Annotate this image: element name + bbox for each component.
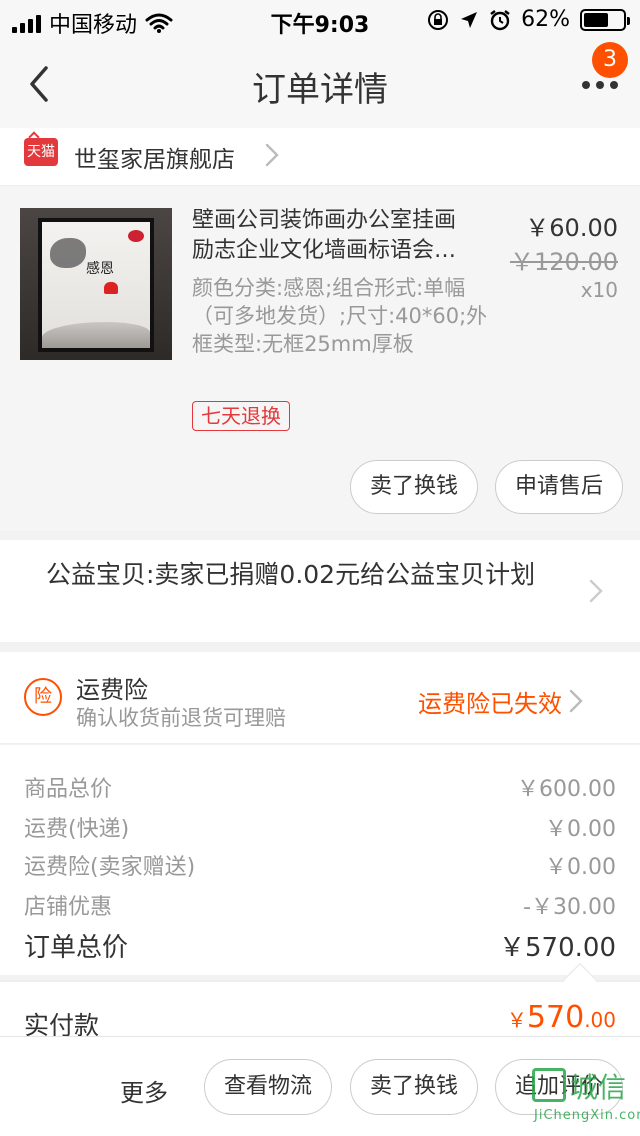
lock-rotation-icon: [428, 9, 449, 30]
summary-value: ￥0.00: [545, 817, 616, 842]
order-total-label: 订单总价: [24, 933, 129, 963]
store-row[interactable]: 天猫 世玺家居旗舰店: [0, 128, 640, 186]
summary-label: 运费险(卖家赠送): [24, 855, 196, 880]
battery-percent: 62%: [521, 7, 570, 32]
product-sku: 颜色分类:感恩;组合形式:单幅（可多地发货）;尺寸:40*60;外框类型:无框2…: [192, 276, 488, 356]
service-tag: 七天退换: [192, 401, 290, 431]
location-icon: [461, 11, 478, 28]
sell-button[interactable]: 卖了换钱: [350, 1059, 478, 1115]
status-bar: 中国移动 下午9:03 62%: [0, 0, 640, 40]
chevron-right-icon: [589, 579, 603, 603]
paid-currency: ￥: [506, 1008, 527, 1032]
watermark-box-icon: [532, 1068, 566, 1102]
summary-value: ￥0.00: [545, 855, 616, 880]
more-link[interactable]: 更多: [120, 1073, 168, 1108]
chevron-right-icon: [569, 689, 583, 713]
after-sale-button[interactable]: 申请售后: [495, 460, 623, 514]
store-name[interactable]: 世玺家居旗舰店: [74, 140, 235, 174]
thumbnail-text: 感恩: [86, 261, 114, 277]
insurance-icon: 险: [24, 678, 62, 716]
product-title[interactable]: 壁画公司装饰画办公室挂画 励志企业文化墙画标语会…: [192, 206, 492, 266]
insurance-subtitle: 确认收货前退货可理赔: [76, 706, 286, 730]
summary-label: 运费(快递): [24, 817, 130, 842]
nav-bar: 订单详情 3: [0, 40, 640, 128]
product-original-price: ￥120.00: [510, 248, 618, 276]
watermark-chars: 城信: [570, 1071, 627, 1104]
tmall-logo-icon: 天猫: [24, 138, 58, 166]
order-total-value: ￥570.00: [499, 933, 616, 963]
product-thumbnail[interactable]: 感恩: [20, 208, 172, 360]
battery-icon: [580, 8, 630, 31]
paid-row: 实付款 ￥570.00: [0, 982, 640, 1042]
product-title-line1: 壁画公司装饰画办公室挂画: [192, 208, 457, 233]
summary-value: -￥30.00: [523, 895, 616, 920]
view-logistics-button[interactable]: 查看物流: [204, 1059, 332, 1115]
charity-row[interactable]: 公益宝贝:卖家已捐赠0.02元给公益宝贝计划: [0, 540, 640, 642]
alarm-icon: [490, 9, 510, 30]
watermark-logo: 城信 JiChengXin.com: [526, 1064, 640, 1130]
product-card[interactable]: 感恩 壁画公司装饰画办公室挂画 励志企业文化墙画标语会… ￥60.00 ￥120…: [0, 186, 640, 531]
product-quantity: x10: [580, 278, 618, 302]
summary-value: ￥600.00: [517, 777, 616, 802]
chevron-right-icon: [265, 143, 279, 167]
product-price: ￥60.00: [525, 214, 618, 242]
sell-button[interactable]: 卖了换钱: [350, 460, 478, 514]
charity-text: 公益宝贝:卖家已捐赠0.02元给公益宝贝计划: [46, 560, 536, 589]
notification-badge: 3: [592, 42, 628, 78]
paid-integer: 570: [526, 1000, 585, 1035]
shipping-insurance-row[interactable]: 险 运费险 确认收货前退货可理赔 运费险已失效: [0, 652, 640, 744]
watermark-url: JiChengXin.com: [534, 1108, 640, 1123]
price-summary: 商品总价 ￥600.00 运费(快递) ￥0.00 运费险(卖家赠送) ￥0.0…: [0, 745, 640, 975]
paid-decimal: .00: [584, 1008, 616, 1032]
insurance-title: 运费险: [76, 676, 148, 704]
product-title-line2: 励志企业文化墙画标语会…: [192, 238, 457, 263]
page-title: 订单详情: [252, 70, 388, 110]
paid-value: ￥570.00: [507, 1000, 616, 1035]
summary-label: 店铺优惠: [24, 895, 113, 920]
summary-label: 商品总价: [24, 777, 113, 802]
insurance-status[interactable]: 运费险已失效: [418, 684, 562, 719]
